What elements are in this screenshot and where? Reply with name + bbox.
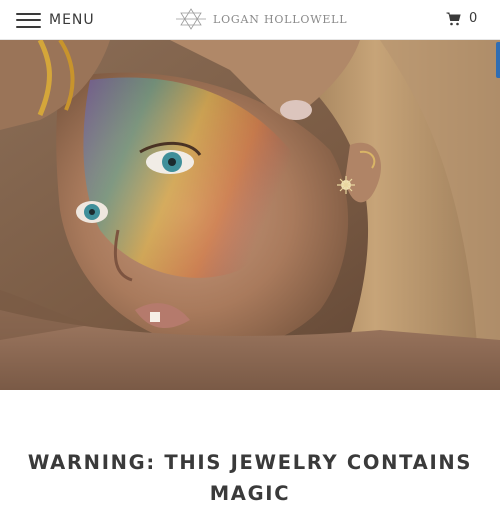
star-of-david-logo-icon (176, 8, 206, 30)
hero-image (0, 40, 500, 390)
side-tab[interactable] (496, 42, 500, 78)
cart-button[interactable]: 0 (446, 11, 477, 26)
logo-text: LOGAN HOLLOWELL (213, 12, 348, 26)
hamburger-icon (16, 12, 41, 28)
hero-portrait-image (0, 40, 500, 390)
menu-label: MENU (49, 12, 95, 28)
site-logo[interactable]: LOGAN HOLLOWELL (175, 7, 347, 31)
cart-count: 0 (469, 11, 478, 26)
shopping-cart-icon (446, 12, 461, 25)
menu-button[interactable]: MENU (16, 10, 95, 30)
site-header: MENU LOGAN HOLLOWELL 0 (0, 0, 500, 40)
